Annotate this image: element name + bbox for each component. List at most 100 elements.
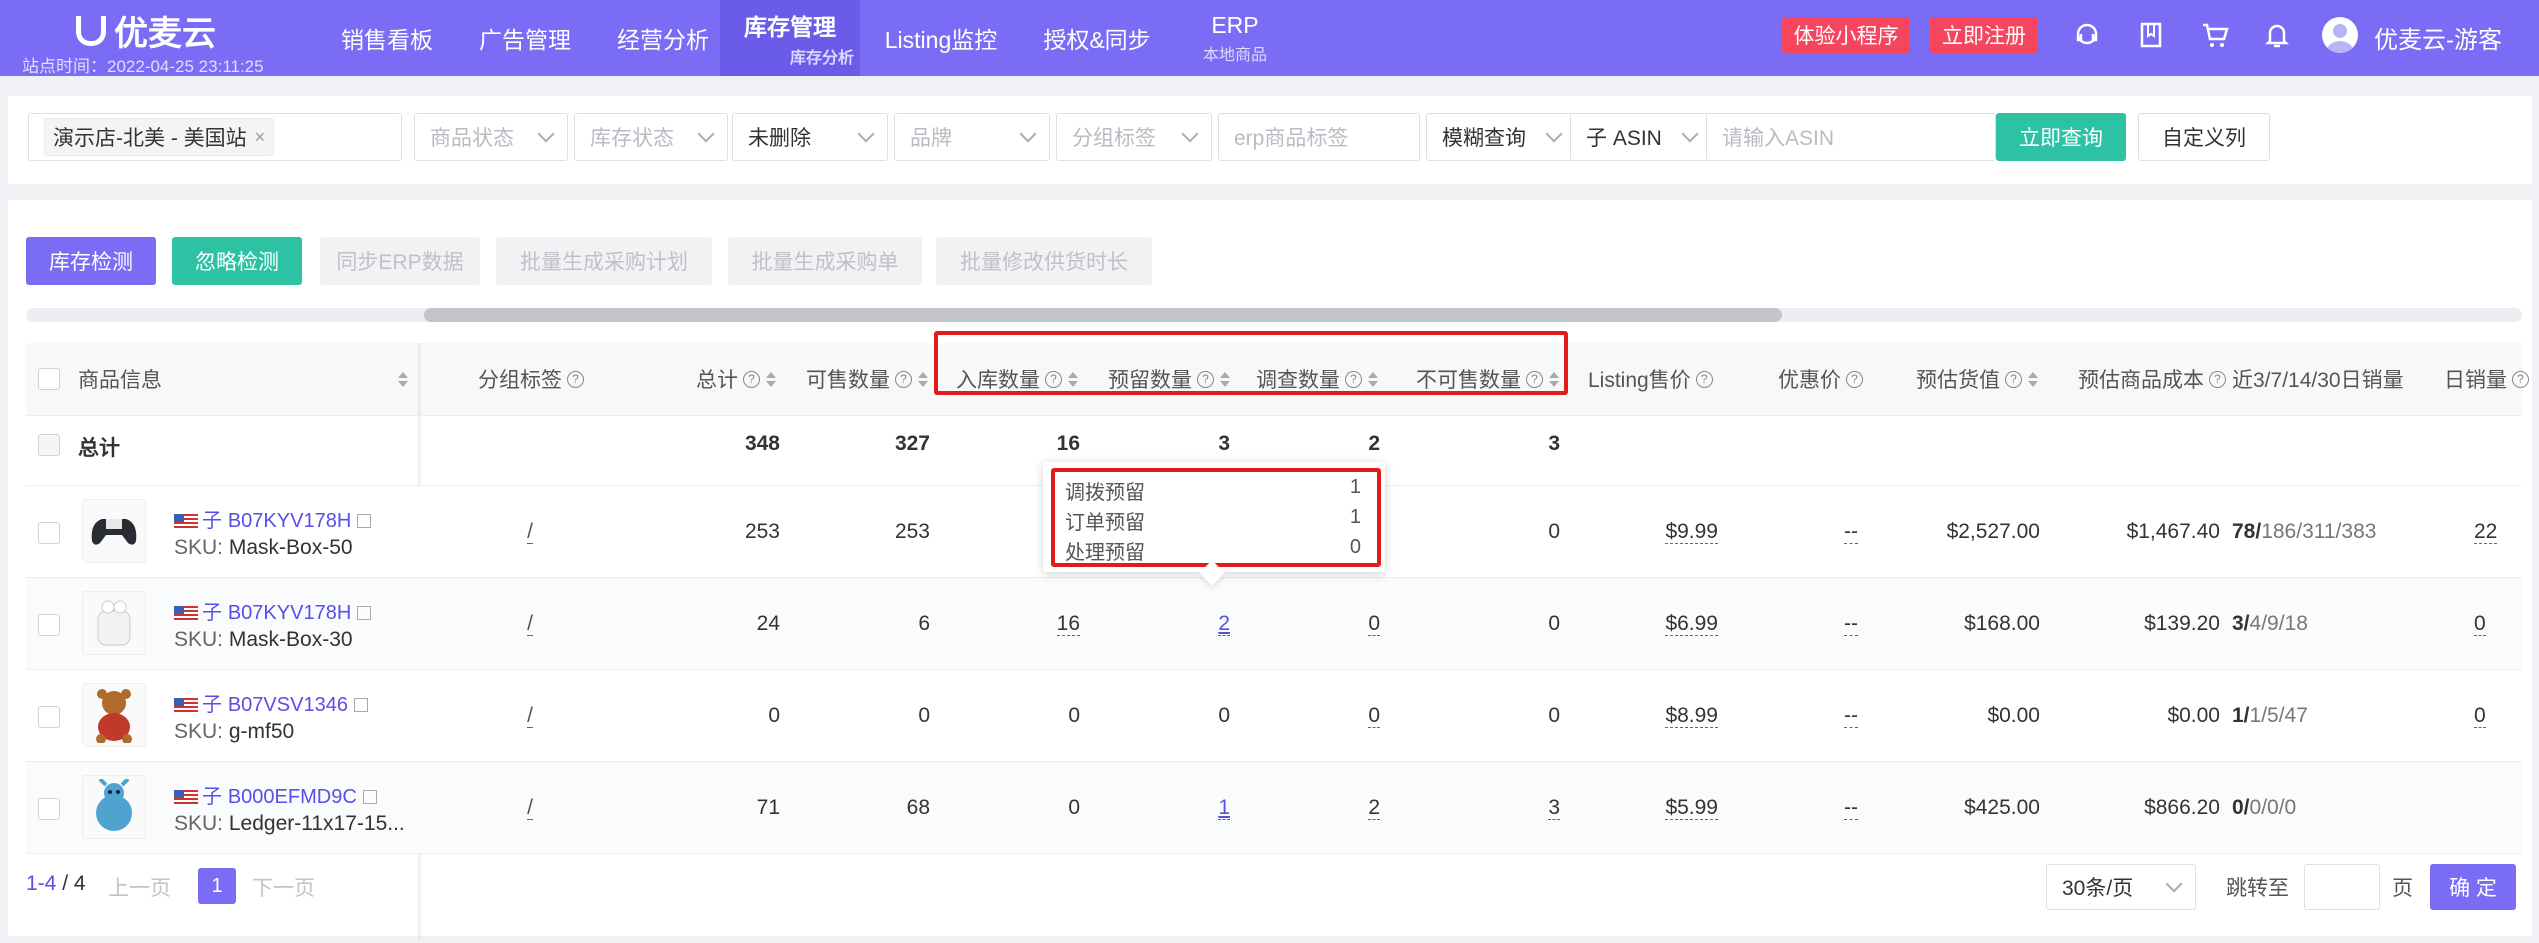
group-tag-value[interactable]: / [527, 612, 533, 636]
product-image[interactable] [82, 591, 146, 655]
stock-check-button[interactable]: 库存检测 [26, 237, 156, 285]
listing-price[interactable]: $8.99 [1665, 704, 1718, 728]
sync-erp-button[interactable]: 同步ERP数据 [320, 237, 480, 285]
asin-search-input[interactable]: 请输入ASIN [1706, 113, 1996, 161]
asin-type-select[interactable]: 子 ASIN [1570, 113, 1712, 161]
mini-program-button[interactable]: 体验小程序 [1782, 17, 1910, 53]
reserved-qty[interactable]: 2 [1218, 612, 1230, 636]
sort-icon[interactable] [918, 371, 928, 387]
custom-columns-button[interactable]: 自定义列 [2138, 113, 2270, 161]
erp-tag-input[interactable]: erp商品标签 [1218, 113, 1420, 161]
header-checkbox-cell[interactable] [38, 343, 60, 415]
deal-price[interactable]: -- [1844, 520, 1858, 544]
research-qty[interactable]: 2 [1368, 796, 1380, 820]
select-all-checkbox[interactable] [38, 368, 60, 390]
batch-purchase-order-button[interactable]: 批量生成采购单 [728, 237, 922, 285]
reserved-qty[interactable]: 0 [1218, 704, 1230, 727]
nav-sales-dashboard[interactable]: 销售看板 [318, 0, 456, 76]
row-checkbox-cell[interactable] [38, 706, 60, 728]
row-checkbox-cell[interactable] [38, 614, 60, 636]
th-total[interactable]: 总计? [696, 343, 776, 415]
product-image[interactable] [82, 775, 146, 839]
sort-icon[interactable] [2028, 371, 2038, 387]
unsellable-qty[interactable]: 3 [1548, 796, 1560, 820]
help-icon[interactable]: ? [2005, 370, 2022, 388]
daily-sales[interactable]: 0 [2474, 704, 2486, 728]
research-qty[interactable]: 0 [1368, 704, 1380, 728]
batch-lead-time-button[interactable]: 批量修改供货时长 [936, 237, 1152, 285]
jump-page-input[interactable] [2304, 864, 2380, 910]
th-est-value[interactable]: 预估货值? [1916, 343, 2038, 415]
deleted-status-select[interactable]: 未删除 [732, 113, 888, 161]
nav-business-analysis[interactable]: 经营分析 [594, 0, 732, 76]
asin-link[interactable]: B07VSV1346 [228, 694, 348, 716]
research-qty[interactable]: 0 [1368, 612, 1380, 636]
group-tag-value[interactable]: / [527, 520, 533, 544]
register-button[interactable]: 立即注册 [1930, 17, 2038, 53]
group-tag-select[interactable]: 分组标签 [1056, 113, 1212, 161]
row-checkbox-cell[interactable] [38, 522, 60, 544]
nav-erp[interactable]: ERP 本地商品 [1180, 0, 1290, 76]
asin-link[interactable]: B07KYV178H [228, 602, 351, 624]
store-select[interactable]: 演示店-北美 - 美国站 × [28, 113, 402, 161]
daily-sales[interactable]: 0 [2474, 612, 2486, 636]
help-icon[interactable]: ? [743, 370, 760, 388]
deal-price[interactable]: -- [1844, 704, 1858, 728]
inbound-qty[interactable]: 0 [1068, 704, 1080, 727]
bell-icon[interactable] [2260, 18, 2294, 52]
help-icon[interactable]: ? [895, 370, 912, 388]
row-checkbox[interactable] [38, 614, 60, 636]
help-icon[interactable]: ? [567, 370, 584, 388]
asin-link[interactable]: B07KYV178H [228, 510, 351, 532]
external-link-icon[interactable] [362, 790, 377, 805]
jump-confirm-button[interactable]: 确 定 [2430, 864, 2516, 910]
avatar[interactable] [2322, 17, 2358, 53]
page-size-select[interactable]: 30条/页 [2046, 864, 2196, 910]
external-link-icon[interactable] [353, 698, 368, 713]
th-product[interactable]: 商品信息 [78, 343, 418, 415]
close-icon[interactable]: × [255, 127, 266, 148]
query-button[interactable]: 立即查询 [1996, 113, 2126, 161]
cart-icon[interactable] [2198, 18, 2232, 52]
group-tag-value[interactable]: / [527, 704, 533, 728]
external-link-icon[interactable] [357, 606, 372, 621]
sort-icon[interactable] [766, 371, 776, 387]
sort-icon[interactable] [398, 371, 408, 387]
unsellable-qty[interactable]: 0 [1548, 612, 1560, 635]
group-tag-edit[interactable]: / [520, 704, 540, 728]
batch-purchase-plan-button[interactable]: 批量生成采购计划 [496, 237, 712, 285]
group-tag-edit[interactable]: / [520, 796, 540, 820]
unsellable-qty[interactable]: 0 [1548, 704, 1560, 727]
help-icon[interactable]: ? [2512, 370, 2529, 388]
external-link-icon[interactable] [357, 514, 372, 529]
brand-select[interactable]: 品牌 [894, 113, 1050, 161]
listing-price[interactable]: $6.99 [1665, 612, 1718, 636]
help-icon[interactable]: ? [2209, 370, 2226, 388]
product-status-select[interactable]: 商品状态 [414, 113, 568, 161]
app-logo[interactable]: 优麦云 [76, 6, 216, 55]
asin-link[interactable]: B000EFMD9C [228, 786, 357, 808]
row-checkbox[interactable] [38, 706, 60, 728]
nav-ad-management[interactable]: 广告管理 [456, 0, 594, 76]
daily-sales[interactable]: 22 [2474, 520, 2498, 544]
listing-price[interactable]: $9.99 [1665, 520, 1718, 544]
product-image[interactable] [82, 499, 146, 563]
listing-price[interactable]: $5.99 [1665, 796, 1718, 820]
prev-page-button[interactable]: 上一页 [108, 872, 171, 902]
row-checkbox[interactable] [38, 522, 60, 544]
nav-auth-sync[interactable]: 授权&同步 [1028, 0, 1166, 76]
fuzzy-search-select[interactable]: 模糊查询 [1426, 113, 1576, 161]
customer-service-icon[interactable] [2070, 18, 2104, 52]
inbound-qty[interactable]: 0 [1068, 796, 1080, 819]
current-page-button[interactable]: 1 [198, 868, 236, 904]
th-sellable[interactable]: 可售数量? [806, 343, 928, 415]
next-page-button[interactable]: 下一页 [252, 872, 315, 902]
stock-status-select[interactable]: 库存状态 [574, 113, 728, 161]
row-checkbox[interactable] [38, 798, 60, 820]
help-icon[interactable]: ? [1846, 370, 1863, 388]
product-image[interactable] [82, 683, 146, 747]
group-tag-value[interactable]: / [527, 796, 533, 820]
inbound-qty[interactable]: 16 [1056, 612, 1080, 636]
group-tag-edit[interactable]: / [520, 612, 540, 636]
ignore-check-button[interactable]: 忽略检测 [172, 237, 302, 285]
